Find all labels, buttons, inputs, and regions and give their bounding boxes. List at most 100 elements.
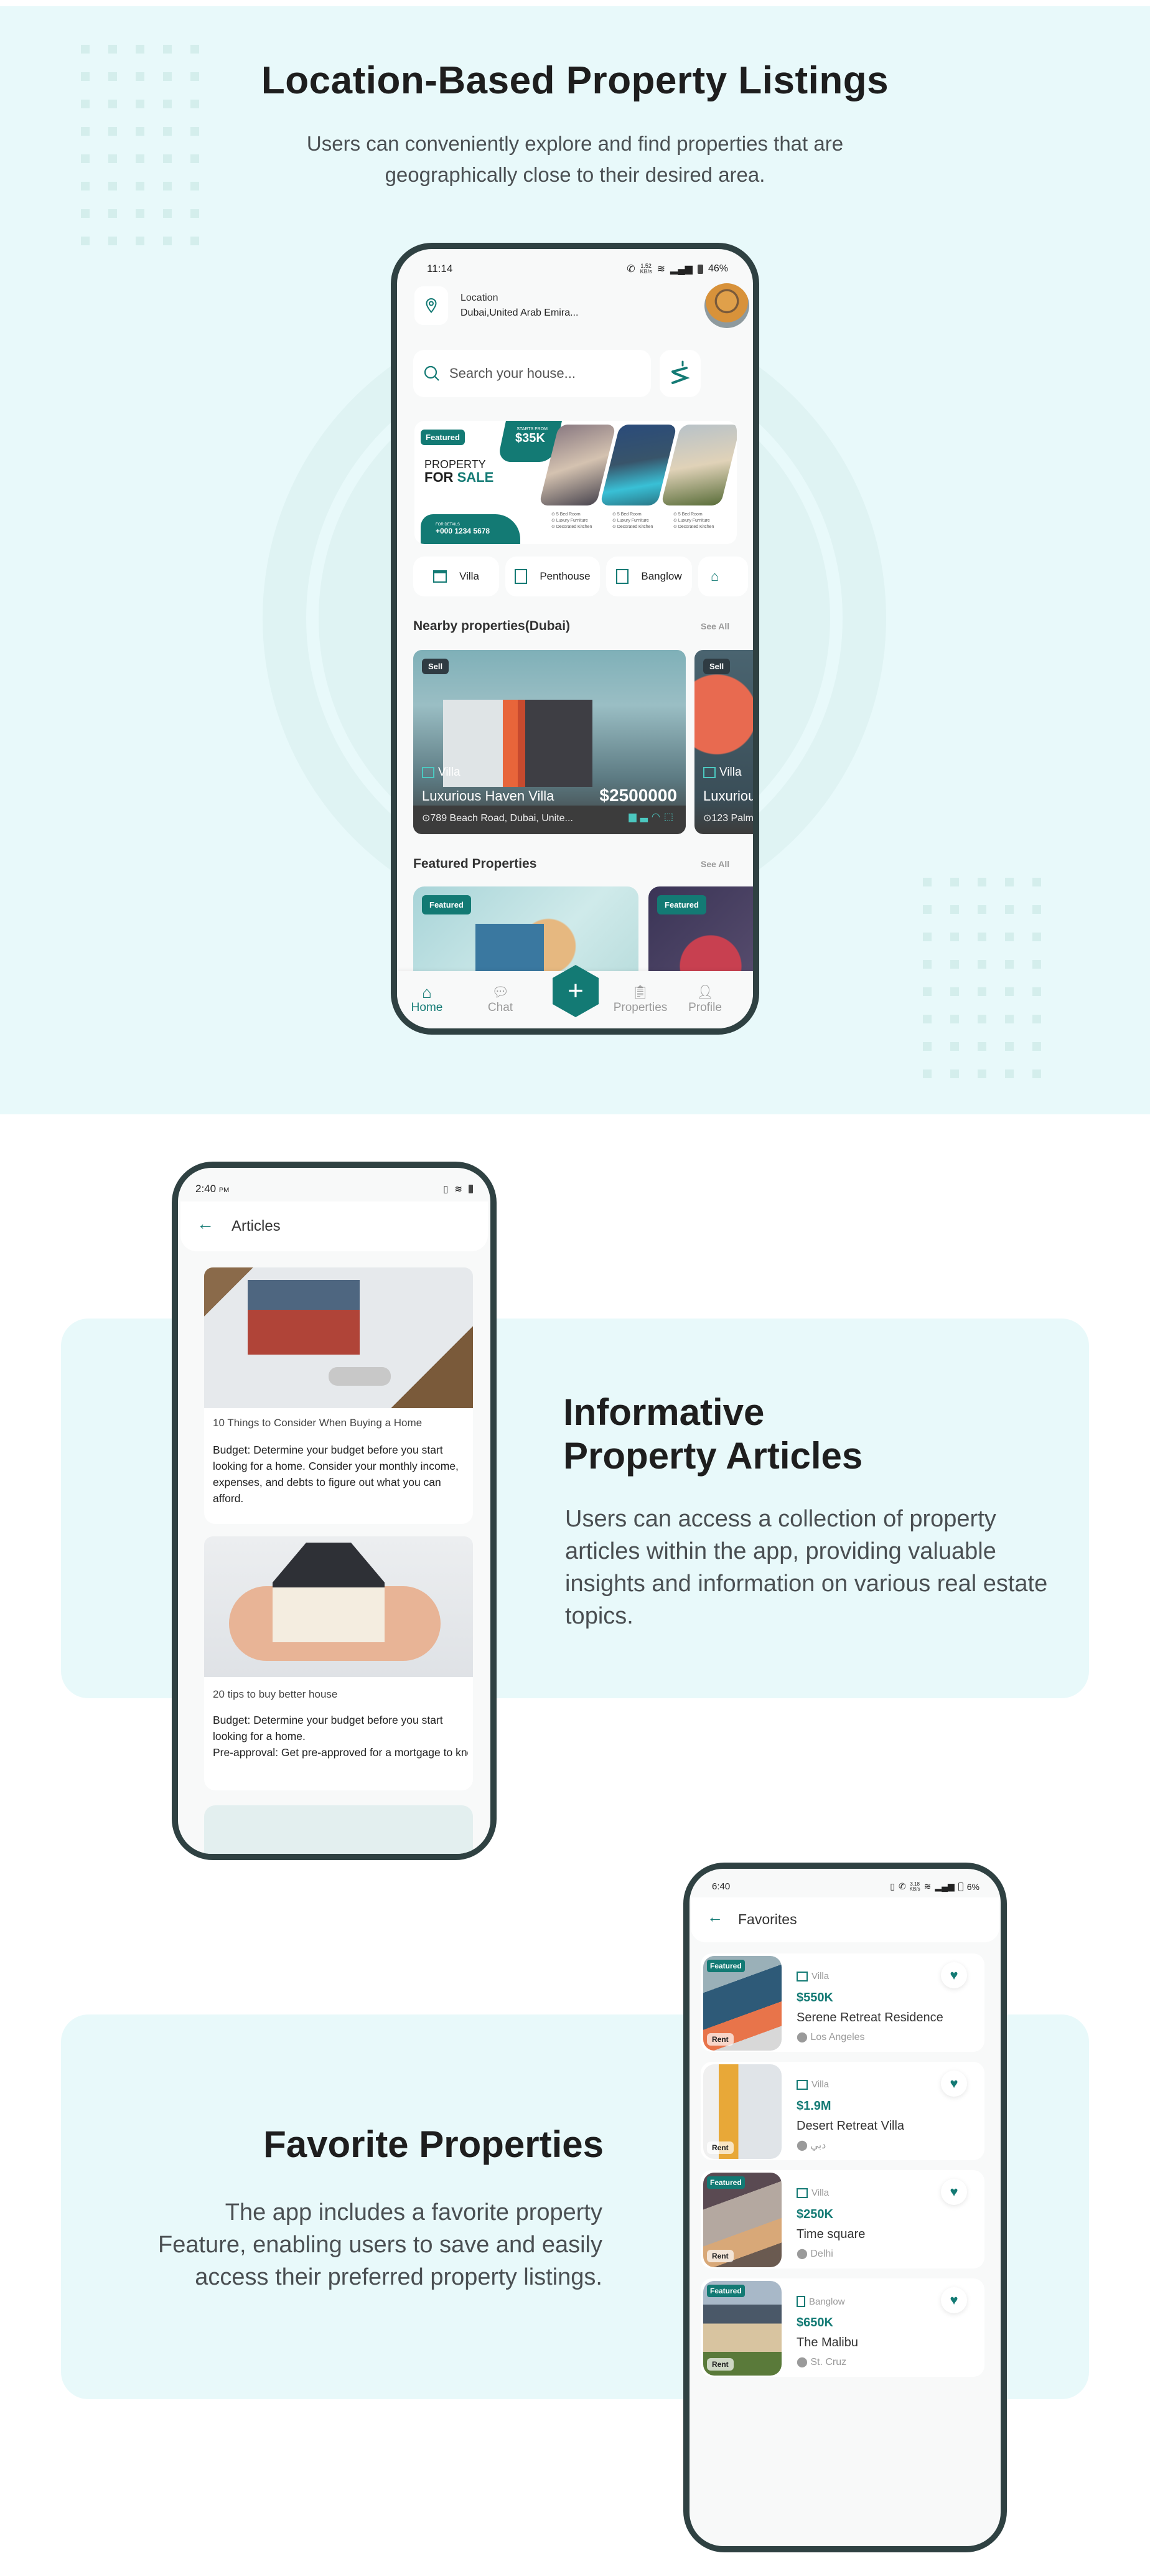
user-avatar[interactable] (704, 283, 749, 328)
category-banglow[interactable]: Banglow (606, 557, 692, 596)
amenity-icons: ▆▃◠⬚ (629, 812, 677, 822)
favorites-phone-mockup: 6:40 ▯ ✆ 3.18 KB/s ≋ ▂▄▆ 6% ← Favorites F… (683, 1863, 1007, 2552)
nearby-property-card[interactable]: Sell Villa Luxuriou ⊙123 Palm (694, 650, 753, 834)
location-pin-button[interactable] (414, 286, 448, 325)
property-location: ⬤︎ دبي (797, 2140, 826, 2151)
signal-icon: ▂▄▆ (670, 264, 693, 275)
banner-features: ⊙ 5 Bed Room ⊙ Luxury Furniture ⊙ Decora… (612, 512, 653, 529)
property-thumbnail: Featured Rent (703, 2173, 782, 2267)
articles-screen: 2:40 PM ▯ ≋ ← Articles 10 Things to Cons… (178, 1168, 490, 1854)
property-type: Banglow (797, 2296, 845, 2307)
featured-banner[interactable]: Featured STARTS FROM $35K PROPERTY FOR S… (414, 421, 737, 544)
sell-badge: Sell (703, 659, 731, 674)
filter-button[interactable] (660, 350, 701, 397)
location-value[interactable]: Dubai,United Arab Emira... (460, 308, 578, 319)
property-name: Desert Retreat Villa (797, 2119, 905, 2133)
property-price: $2500000 (599, 786, 677, 805)
articles-phone-mockup: 2:40 PM ▯ ≋ ← Articles 10 Things to Cons… (172, 1162, 497, 1860)
favorite-item[interactable]: Featured Rent Banglow $650K The Malibu ⬤… (701, 2278, 984, 2377)
favorite-item[interactable]: Rent Villa $1.9M Desert Retreat Villa ⬤︎… (701, 2062, 984, 2160)
rent-badge: Rent (707, 2033, 734, 2046)
article-image (204, 1267, 473, 1408)
home-screen: 11:14 ✆ 1.52 KB/s ≋ ▂▄▆ 46% Location Duba… (397, 249, 753, 1028)
category-house[interactable]: ⌂ (698, 557, 748, 596)
model-house (273, 1543, 385, 1642)
article-title: 10 Things to Consider When Buying a Home (213, 1417, 423, 1429)
nearby-title: Nearby properties(Dubai) (413, 619, 571, 633)
favorite-heart-button[interactable]: ♥ (941, 1962, 967, 1988)
featured-badge: Featured (421, 430, 465, 445)
nav-properties[interactable]: 📋︎ Properties (606, 984, 675, 1015)
nearby-see-all-link[interactable]: See All (701, 621, 729, 631)
property-type: Villa (797, 2188, 829, 2198)
wifi-icon: ≋ (923, 1881, 932, 1891)
villa-icon (797, 2079, 808, 2090)
section-title: Location-Based Property Listings (261, 59, 889, 102)
favorites-screen: 6:40 ▯ ✆ 3.18 KB/s ≋ ▂▄▆ 6% ← Favorites F… (690, 1869, 1001, 2546)
property-type: Villa (422, 766, 460, 779)
sell-badge: Sell (422, 659, 449, 674)
house-icon: ⌂ (711, 568, 719, 584)
favorite-heart-button[interactable]: ♥ (941, 2179, 967, 2205)
category-penthouse[interactable]: Penthouse (505, 557, 600, 596)
back-arrow-icon[interactable]: ← (707, 1907, 723, 1927)
rent-badge: Rent (707, 2358, 734, 2371)
nav-home[interactable]: ⌂ Home (408, 984, 446, 1015)
search-input[interactable]: Search your house... (413, 350, 651, 397)
location-label: Location (460, 293, 498, 303)
section-description: The app includes a favorite property Fea… (158, 2199, 602, 2290)
property-image (443, 700, 592, 787)
nearby-property-card[interactable]: Sell Villa Luxurious Haven Villa $250000… (413, 650, 686, 834)
vibrate-icon: ▯ (890, 1881, 895, 1891)
favorite-item[interactable]: Featured Rent Villa $250K Time square ⬤︎… (701, 2170, 984, 2268)
location-pin-icon (426, 298, 437, 314)
property-location: ⬤︎ Delhi (797, 2249, 833, 2259)
back-arrow-icon[interactable]: ← (197, 1214, 214, 1234)
header-title: Articles (231, 1218, 281, 1234)
article-card[interactable]: 20 tips to buy better house Budget: Dete… (204, 1536, 473, 1790)
property-thumbnail: Rent (703, 2064, 782, 2159)
section-title: Informative Property Articles (563, 1391, 863, 1477)
property-location: ⬤︎ St. Cruz (797, 2357, 847, 2367)
heart-icon: ♥ (950, 1967, 958, 1983)
banglow-icon (797, 2296, 805, 2307)
rent-badge: Rent (707, 2250, 734, 2262)
status-time: 6:40 (712, 1881, 731, 1892)
app-header: ← Favorites (691, 1897, 999, 1942)
battery-icon (469, 1185, 473, 1193)
nav-chat[interactable]: 💬︎ Chat (482, 984, 519, 1015)
favorite-heart-button[interactable]: ♥ (941, 2287, 967, 2313)
battery-level: 6% (966, 1881, 979, 1892)
property-address: ⊙789 Beach Road, Dubai, Unite... (422, 813, 573, 824)
nav-profile[interactable]: 👤︎ Profile (683, 984, 727, 1015)
status-bar: 6:40 ▯ ✆ 3.18 KB/s ≋ ▂▄▆ 6% (690, 1881, 1001, 1892)
section-title: Favorite Properties (263, 2123, 604, 2165)
property-price: $550K (797, 1991, 833, 2005)
article-card-placeholder (204, 1805, 473, 1854)
featured-see-all-link[interactable]: See All (701, 859, 729, 869)
network-speed: 1.52 KB/s (640, 263, 652, 275)
featured-badge: Featured (707, 2176, 745, 2189)
vibrate-icon: ▯ (443, 1184, 449, 1195)
category-villa[interactable]: Villa (413, 557, 499, 596)
status-bar: 2:40 PM ▯ ≋ (178, 1183, 490, 1195)
article-title: 20 tips to buy better house (213, 1688, 338, 1700)
favorite-item[interactable]: Featured Rent Villa $550K Serene Retreat… (701, 1953, 984, 2052)
penthouse-icon (515, 569, 528, 584)
call-icon: ✆ (627, 264, 635, 275)
network-speed: 3.18 KB/s (909, 1881, 920, 1892)
favorite-heart-button[interactable]: ♥ (941, 2071, 967, 2097)
villa-icon (433, 570, 447, 583)
article-card[interactable]: 10 Things to Consider When Buying a Home… (204, 1267, 473, 1524)
home-phone-mockup: 11:14 ✆ 1.52 KB/s ≋ ▂▄▆ 46% Location Duba… (391, 243, 759, 1035)
add-property-button[interactable]: + (553, 965, 599, 1017)
property-location: ⬤︎ Los Angeles (797, 2032, 865, 2042)
property-name: Luxurious Haven Villa (422, 788, 554, 804)
featured-title: Featured Properties (413, 857, 537, 871)
status-time: 11:14 (427, 263, 453, 275)
plus-icon: + (568, 975, 584, 1006)
featured-badge: Featured (707, 2285, 745, 2297)
property-address: ⊙123 Palm (703, 813, 753, 824)
banglow-icon (616, 569, 629, 584)
villa-icon (703, 767, 716, 778)
